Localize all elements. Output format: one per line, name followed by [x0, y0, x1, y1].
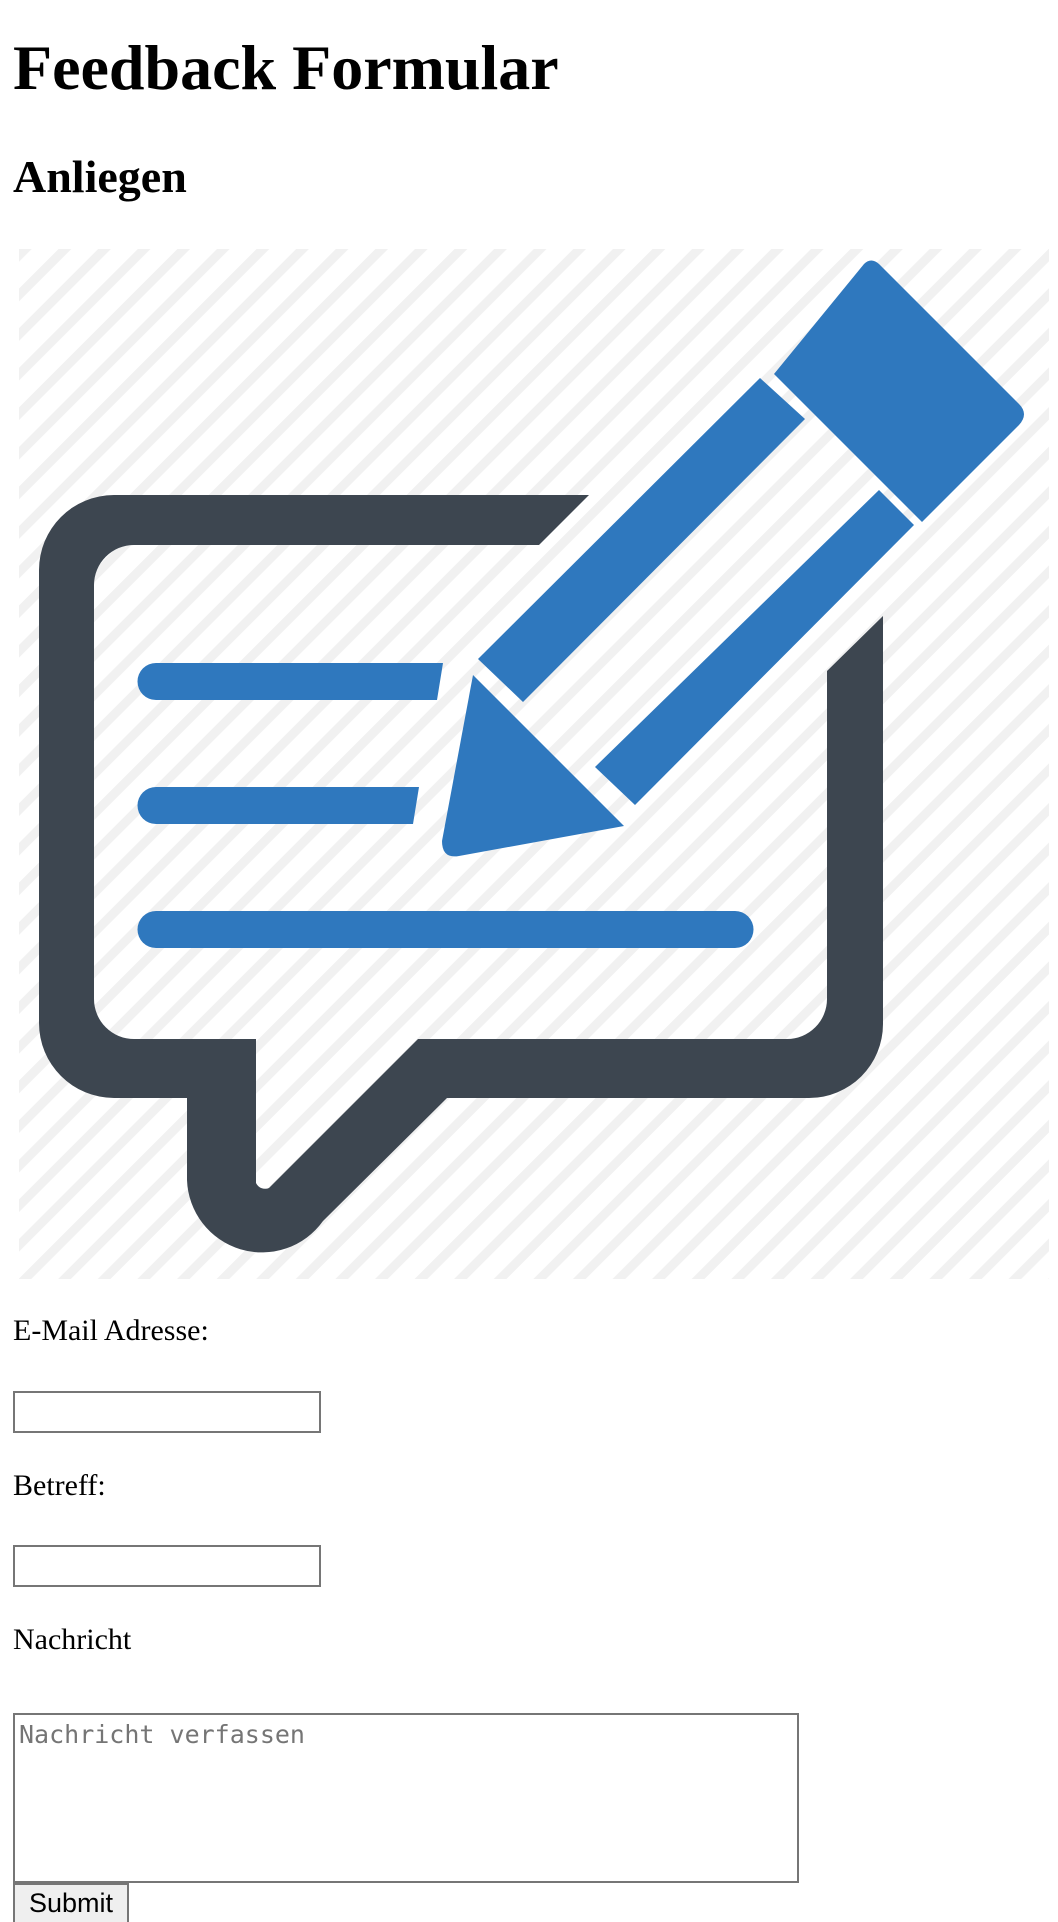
email-field[interactable]: [13, 1391, 321, 1433]
message-label: Nachricht: [13, 1623, 132, 1656]
page-subtitle: Anliegen: [13, 151, 187, 202]
email-label: E-Mail Adresse:: [13, 1314, 209, 1347]
page-title: Feedback Formular: [13, 32, 559, 103]
submit-button[interactable]: Submit: [13, 1883, 129, 1922]
subject-field[interactable]: [13, 1545, 321, 1587]
message-textarea[interactable]: [13, 1713, 799, 1883]
subject-label: Betreff:: [13, 1469, 106, 1502]
feedback-icon: [19, 249, 1049, 1279]
